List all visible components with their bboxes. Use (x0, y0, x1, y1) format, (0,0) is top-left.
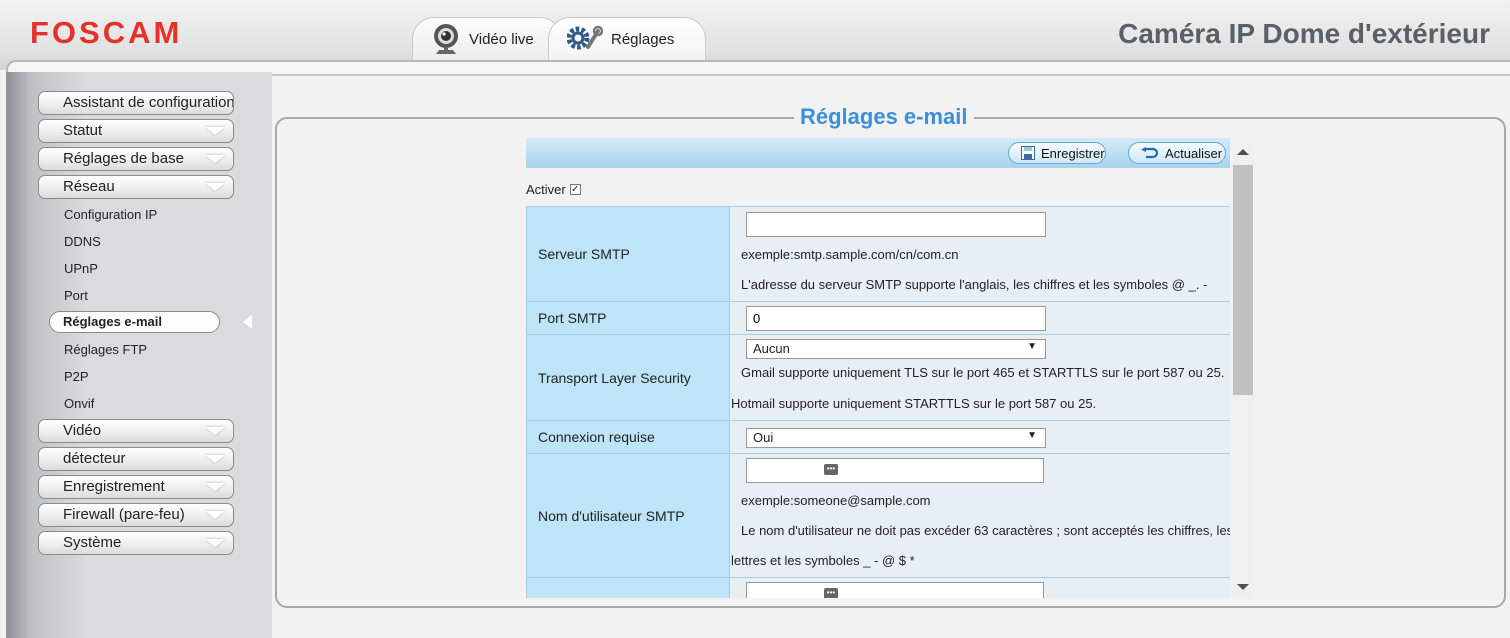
sidebar-item-label: Système (63, 534, 122, 551)
smtp-username-label: Nom d'utilisateur SMTP (526, 454, 730, 577)
sidebar-item-label: Assistant de configuration (63, 94, 234, 111)
chevron-down-icon (205, 127, 225, 135)
active-pointer-icon (243, 315, 252, 329)
tab-settings[interactable]: Réglages (548, 17, 706, 60)
smtp-username-note-2: lettres et les symboles _ - @ $ * (731, 553, 915, 568)
row-smtp-username: Nom d'utilisateur SMTP ••• exemple:someo… (526, 453, 1230, 577)
smtp-server-label: Serveur SMTP (526, 207, 730, 301)
chevron-down-icon (205, 483, 225, 491)
sidebar-subitem-onvif[interactable]: Onvif (64, 396, 94, 411)
save-button-label: Enregistrer (1041, 145, 1105, 161)
enable-checkbox[interactable]: ✓ (569, 184, 581, 195)
chevron-down-icon (205, 511, 225, 519)
sidebar-subitem-p2p[interactable]: P2P (64, 369, 89, 384)
smtp-username-example: exemple:someone@sample.com (741, 493, 931, 508)
sidebar-item-label: Vidéo (63, 422, 102, 439)
tls-value-cell: Aucun ▼ Gmail supporte uniquement TLS su… (730, 335, 1230, 420)
row-smtp-port: Port SMTP (526, 301, 1230, 334)
sidebar-subitem-email-settings[interactable]: Réglages e-mail (49, 311, 220, 333)
smtp-password-input[interactable] (746, 582, 1044, 598)
row-tls: Transport Layer Security Aucun ▼ Gmail s… (526, 334, 1230, 420)
refresh-button-label: Actualiser (1165, 145, 1223, 161)
foscam-logo: FOSCAM (30, 15, 183, 50)
refresh-button[interactable]: Actualiser (1128, 142, 1226, 164)
smtp-port-input[interactable] (746, 306, 1046, 331)
enable-label: Activer (526, 182, 566, 197)
auth-required-select-value: Oui (753, 430, 774, 445)
email-settings-form: Serveur SMTP exemple:smtp.sample.com/cn/… (526, 206, 1230, 598)
tls-select[interactable]: Aucun ▼ (746, 339, 1046, 359)
sidebar-item-label: Réglages de base (63, 150, 184, 167)
smtp-port-value-cell (730, 302, 1230, 334)
sidebar-subitem-port[interactable]: Port (64, 288, 88, 303)
main-top-divider (272, 74, 1510, 76)
smtp-username-note-1: Le nom d'utilisateur ne doit pas excéder… (741, 523, 1230, 538)
smtp-server-input[interactable] (746, 212, 1046, 237)
tab-settings-label: Réglages (611, 30, 675, 48)
floppy-disk-icon (1021, 146, 1035, 160)
scrollbar-thumb[interactable] (1233, 165, 1253, 395)
sidebar-item-network[interactable]: Réseau (38, 175, 234, 199)
smtp-username-value-cell: ••• exemple:someone@sample.com Le nom d'… (730, 454, 1230, 577)
chevron-down-icon (205, 539, 225, 547)
smtp-server-note: L'adresse du serveur SMTP supporte l'ang… (741, 277, 1208, 292)
webcam-icon (431, 23, 461, 55)
smtp-server-value-cell: exemple:smtp.sample.com/cn/com.cn L'adre… (730, 207, 1230, 301)
chevron-down-icon (205, 183, 225, 191)
row-smtp-password: ••• (526, 577, 1230, 598)
tab-live-video[interactable]: Vidéo live (412, 17, 562, 60)
sidebar-item-status[interactable]: Statut (38, 119, 234, 143)
page-title: Caméra IP Dome d'extérieur (1118, 18, 1490, 49)
scroll-up-icon[interactable] (1237, 149, 1249, 155)
chevron-down-icon (205, 155, 225, 163)
section-title: Réglages e-mail (794, 104, 974, 130)
toolbar: Enregistrer Actualiser (526, 138, 1230, 168)
tls-label: Transport Layer Security (526, 335, 730, 420)
tls-note-hotmail: Hotmail supporte uniquement STARTTLS sur… (731, 396, 1097, 411)
sidebar: Assistant de configuration Statut Réglag… (6, 72, 272, 638)
gears-icon (567, 25, 603, 53)
sidebar-subitem-upnp[interactable]: UPnP (64, 261, 98, 276)
sidebar-subitem-ftp-settings[interactable]: Réglages FTP (64, 342, 147, 357)
dropdown-arrow-icon: ▼ (1027, 430, 1037, 441)
undo-arrow-icon (1141, 147, 1159, 159)
password-manager-icon[interactable]: ••• (824, 464, 838, 475)
sidebar-item-system[interactable]: Système (38, 531, 234, 555)
auth-required-value-cell: Oui ▼ (730, 421, 1230, 453)
dropdown-arrow-icon: ▼ (1027, 341, 1037, 352)
sidebar-item-label: Statut (63, 122, 103, 139)
tls-select-value: Aucun (753, 341, 790, 356)
sidebar-item-label: Enregistrement (63, 478, 165, 495)
smtp-port-label: Port SMTP (526, 302, 730, 334)
header-divider (6, 60, 1510, 72)
scroll-down-icon[interactable] (1237, 584, 1249, 590)
auth-required-select[interactable]: Oui ▼ (746, 428, 1046, 448)
sidebar-item-basic-settings[interactable]: Réglages de base (38, 147, 234, 171)
chevron-down-icon (205, 427, 225, 435)
sidebar-item-label: Firewall (pare-feu) (63, 506, 185, 523)
sidebar-item-firewall[interactable]: Firewall (pare-feu) (38, 503, 234, 527)
smtp-password-label (526, 578, 730, 598)
sidebar-subitem-ip-config[interactable]: Configuration IP (64, 207, 157, 222)
sidebar-subitem-ddns[interactable]: DDNS (64, 234, 101, 249)
form-scrollbar[interactable] (1232, 143, 1254, 598)
sidebar-item-video[interactable]: Vidéo (38, 419, 234, 443)
chevron-down-icon (205, 455, 225, 463)
smtp-server-example: exemple:smtp.sample.com/cn/com.cn (741, 247, 959, 262)
save-button[interactable]: Enregistrer (1008, 142, 1106, 164)
tls-note-gmail: Gmail supporte uniquement TLS sur le por… (741, 365, 1225, 380)
auth-required-label: Connexion requise (526, 421, 730, 453)
smtp-username-input[interactable] (746, 458, 1044, 483)
enable-row: Activer ✓ (526, 182, 581, 197)
password-manager-icon[interactable]: ••• (824, 588, 838, 598)
sidebar-item-label: détecteur (63, 450, 126, 467)
tab-live-video-label: Vidéo live (469, 30, 534, 48)
row-smtp-server: Serveur SMTP exemple:smtp.sample.com/cn/… (526, 206, 1230, 301)
sidebar-item-recording[interactable]: Enregistrement (38, 475, 234, 499)
row-auth-required: Connexion requise Oui ▼ (526, 420, 1230, 453)
sidebar-item-label: Réseau (63, 178, 115, 195)
sidebar-item-detector[interactable]: détecteur (38, 447, 234, 471)
smtp-password-value-cell: ••• (730, 578, 1230, 598)
sidebar-item-setup-wizard[interactable]: Assistant de configuration (38, 91, 234, 115)
